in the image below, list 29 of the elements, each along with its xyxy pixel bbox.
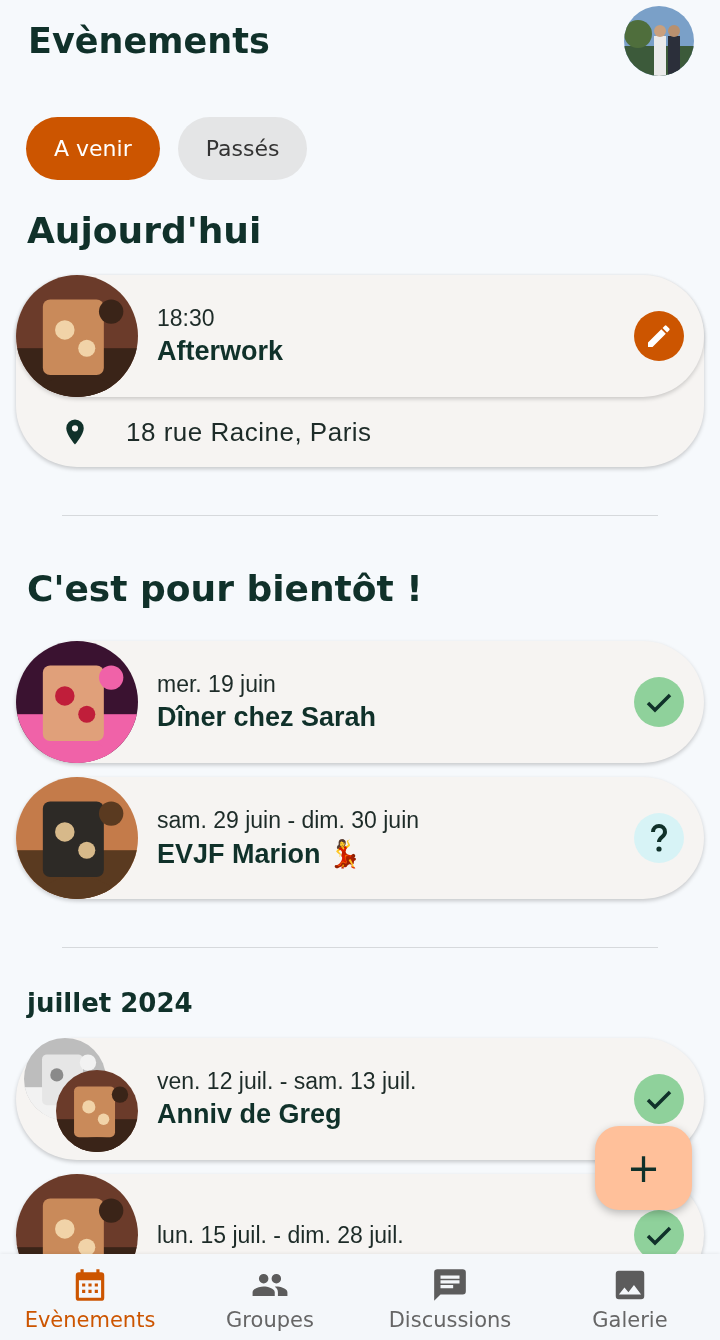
- event-address: 18 rue Racine, Paris: [126, 416, 372, 448]
- event-date: sam. 29 juin - dim. 30 juin: [157, 806, 421, 834]
- filter-tab[interactable]: Passés: [177, 117, 308, 180]
- event-card[interactable]: 18:30 Afterwork 18 rue Racine, Paris: [16, 275, 704, 467]
- nav-tab[interactable]: Groupes: [185, 1254, 355, 1340]
- event-card[interactable]: sam. 29 juin - dim. 30 juin EVJF Marion 💃: [16, 777, 704, 899]
- filter-tab[interactable]: A venir: [26, 117, 160, 180]
- event-date: 18:30: [157, 305, 216, 332]
- event-title: Anniv de Greg: [157, 1099, 343, 1130]
- page-title: Evènements: [28, 21, 270, 61]
- nav-tab[interactable]: Discussions: [365, 1254, 535, 1340]
- event-date: mer. 19 juin: [157, 671, 277, 698]
- section-heading: Aujourd'hui: [26, 209, 263, 253]
- check-icon[interactable]: [634, 1210, 684, 1254]
- nav-tab[interactable]: Galerie: [545, 1254, 715, 1340]
- question-icon[interactable]: [634, 813, 684, 863]
- edit-icon[interactable]: [634, 311, 684, 361]
- section-heading: C'est pour bientôt !: [26, 567, 424, 611]
- event-date: ven. 12 juil. - sam. 13 juil.: [157, 1068, 418, 1095]
- section-heading: juillet 2024: [25, 987, 194, 1020]
- event-title: EVJF Marion 💃: [157, 837, 364, 870]
- check-icon[interactable]: [634, 677, 684, 727]
- event-title: Afterwork: [157, 336, 285, 367]
- check-icon[interactable]: [634, 1074, 684, 1124]
- event-card[interactable]: mer. 19 juin Dîner chez Sarah: [16, 641, 704, 763]
- nav-tab[interactable]: Evènements: [5, 1254, 175, 1340]
- event-date: lun. 15 juil. - dim. 28 juil.: [157, 1221, 405, 1249]
- add-button[interactable]: +: [595, 1126, 692, 1210]
- event-title: Dîner chez Sarah: [157, 702, 378, 733]
